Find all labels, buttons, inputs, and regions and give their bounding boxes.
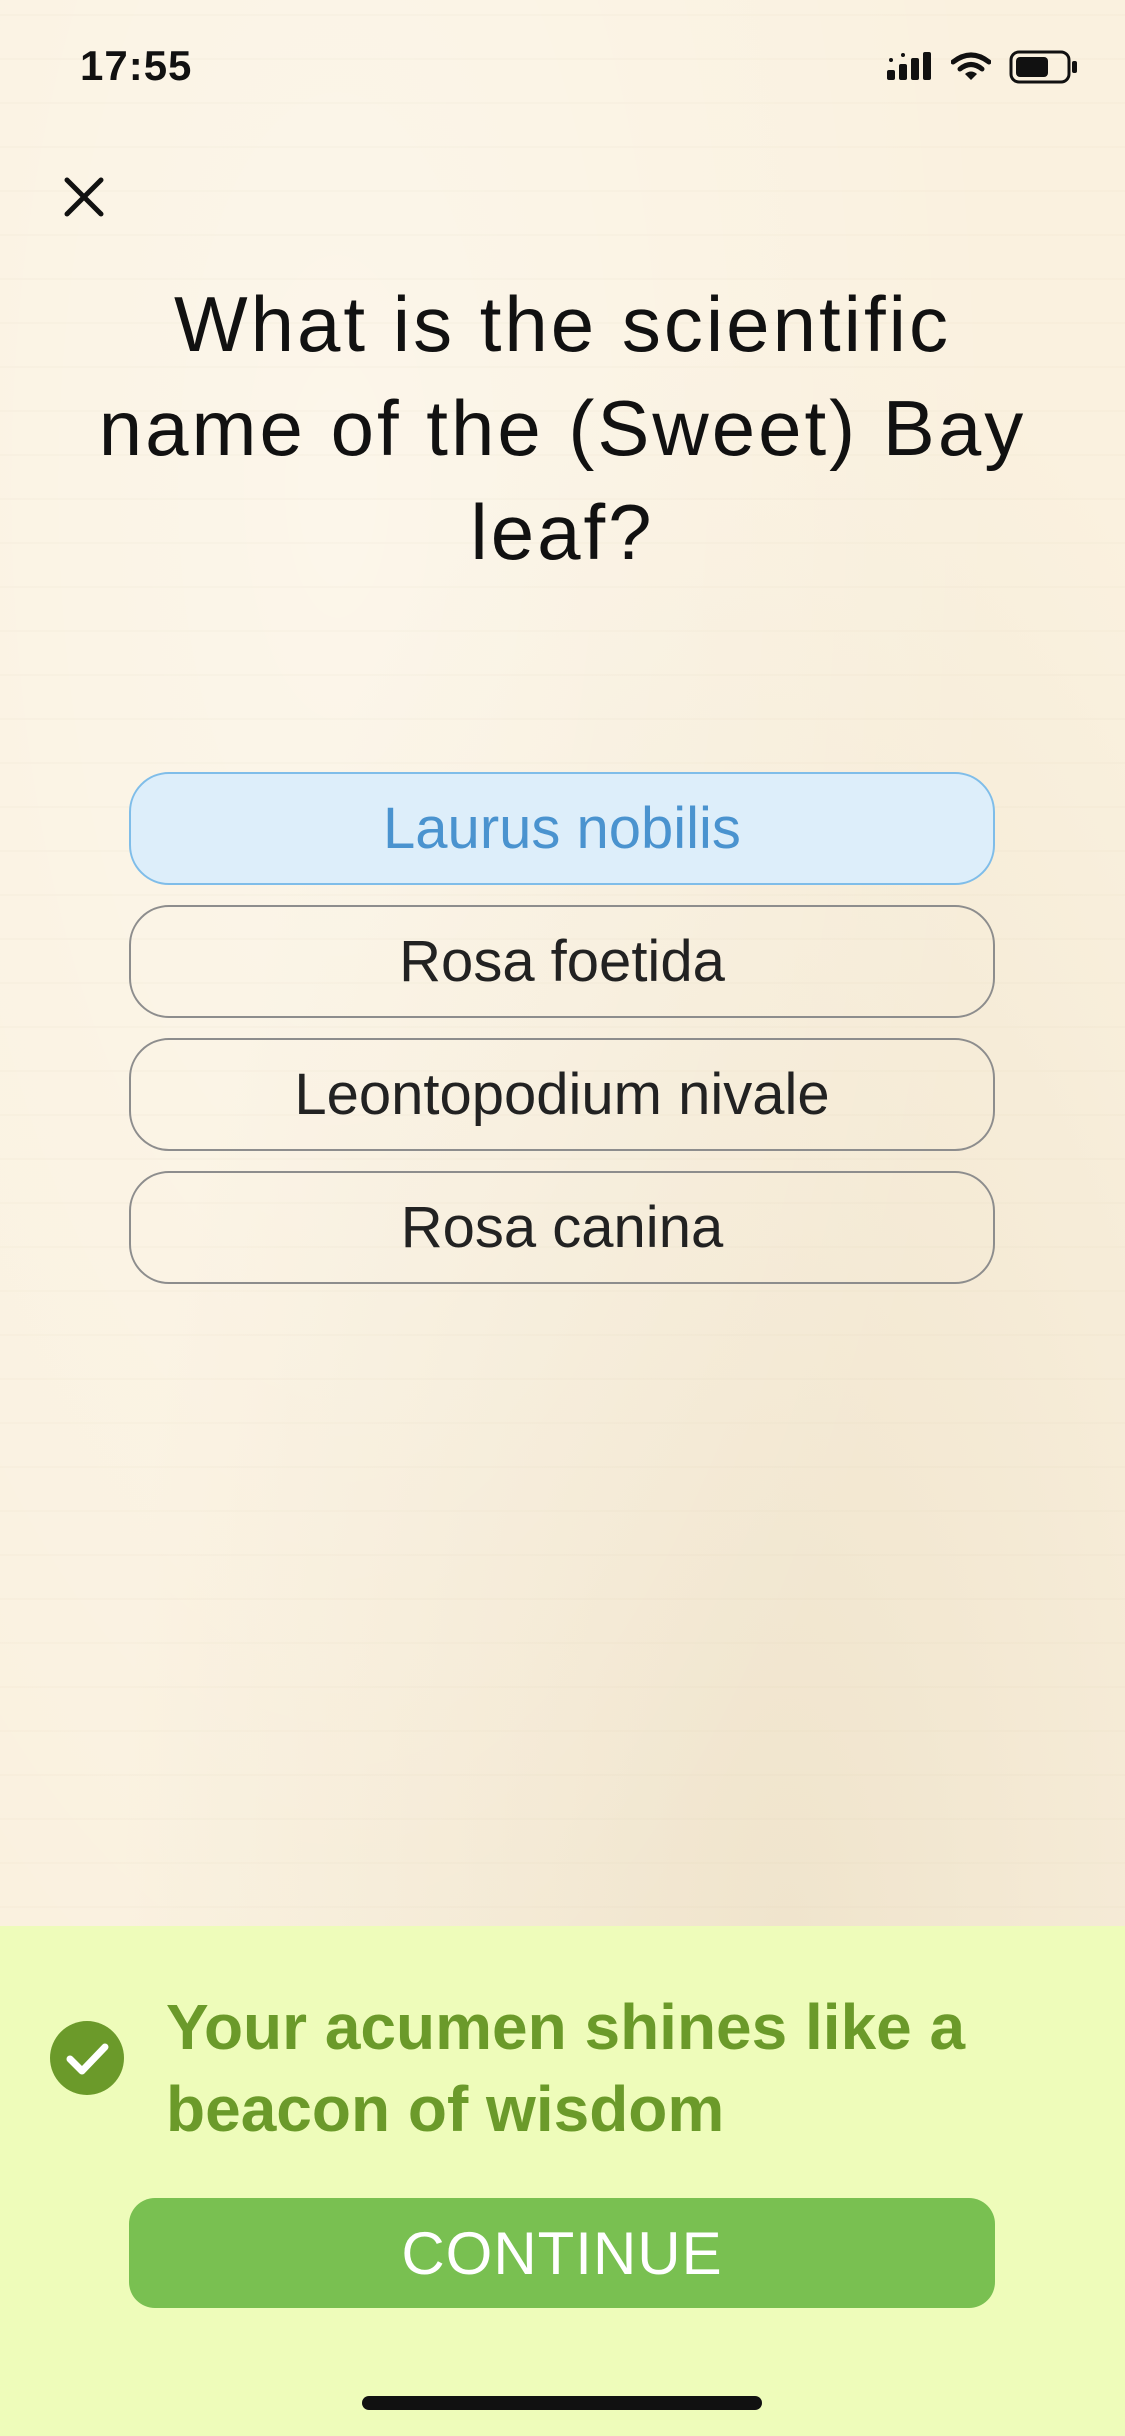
continue-button[interactable]: CONTINUE xyxy=(129,2198,995,2308)
answer-option[interactable]: Rosa foetida xyxy=(129,905,995,1018)
answer-options: Laurus nobilis Rosa foetida Leontopodium… xyxy=(129,772,995,1284)
answer-option[interactable]: Laurus nobilis xyxy=(129,772,995,885)
answer-option[interactable]: Rosa canina xyxy=(129,1171,995,1284)
close-icon xyxy=(64,177,104,217)
answer-option[interactable]: Leontopodium nivale xyxy=(129,1038,995,1151)
cellular-signal-icon xyxy=(887,52,931,80)
status-bar: 17:55 xyxy=(0,0,1125,130)
feedback-message: Your acumen shines like a beacon of wisd… xyxy=(166,1991,966,2145)
close-button[interactable] xyxy=(52,165,116,229)
status-time: 17:55 xyxy=(80,42,193,89)
check-circle-icon xyxy=(50,2021,124,2095)
feedback-panel: Your acumen shines like a beacon of wisd… xyxy=(0,1926,1125,2436)
battery-icon xyxy=(1009,50,1077,84)
wifi-icon xyxy=(951,52,991,80)
home-indicator xyxy=(362,2396,762,2410)
status-icons xyxy=(887,50,1079,84)
question-title: What is the scientific name of the (Swee… xyxy=(98,280,1027,576)
